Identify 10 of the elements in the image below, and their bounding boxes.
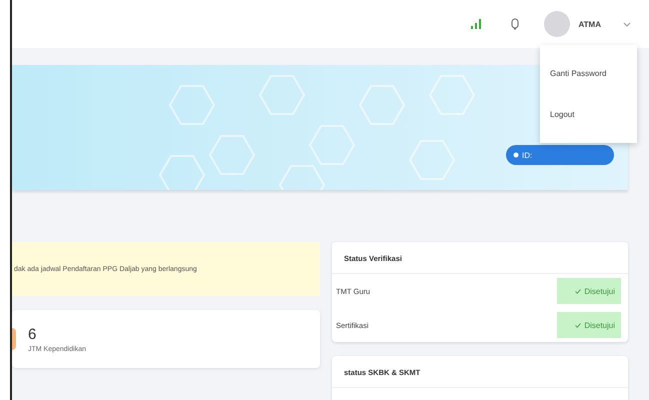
- stat-value: 6: [28, 326, 38, 342]
- stat-icon: [12, 328, 16, 350]
- menu-item[interactable]: Logout: [540, 110, 637, 119]
- status-badge: Disetujui: [557, 312, 621, 338]
- chevron-down-icon[interactable]: [623, 22, 631, 26]
- status-badge: Disetujui: [557, 278, 621, 304]
- id-button[interactable]: ID:: [506, 145, 614, 165]
- menu-item[interactable]: Ganti Password: [540, 69, 637, 78]
- user-name[interactable]: ATMA: [578, 20, 601, 28]
- signal-icon[interactable]: [471, 19, 482, 29]
